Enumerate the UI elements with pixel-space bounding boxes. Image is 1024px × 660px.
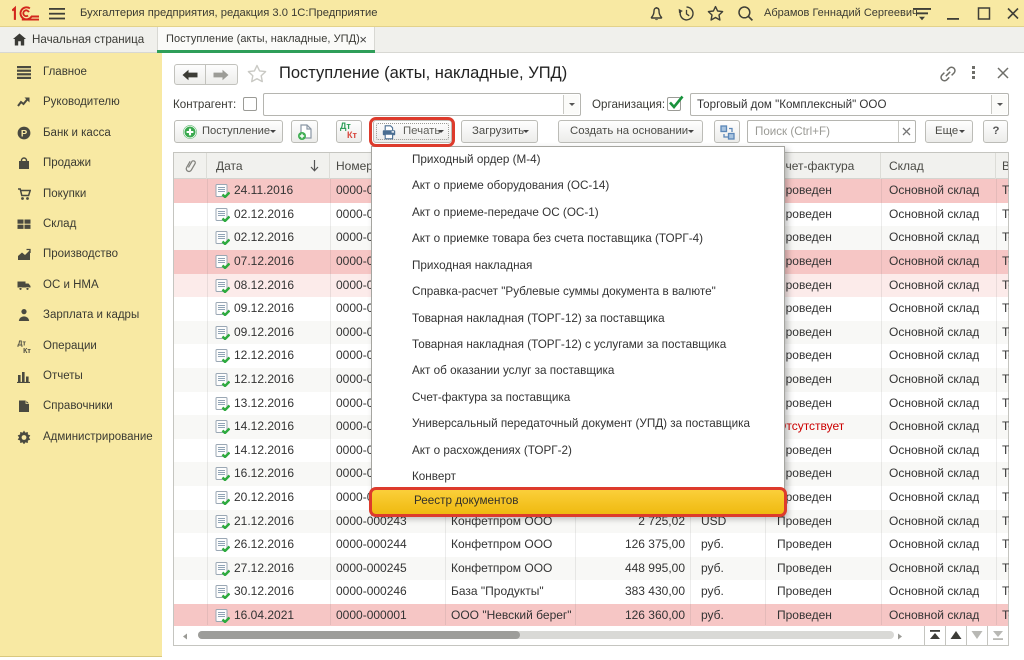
- svg-text:Кт: Кт: [23, 348, 31, 353]
- svg-text:Дт: Дт: [18, 340, 27, 347]
- svg-text:P: P: [21, 128, 28, 139]
